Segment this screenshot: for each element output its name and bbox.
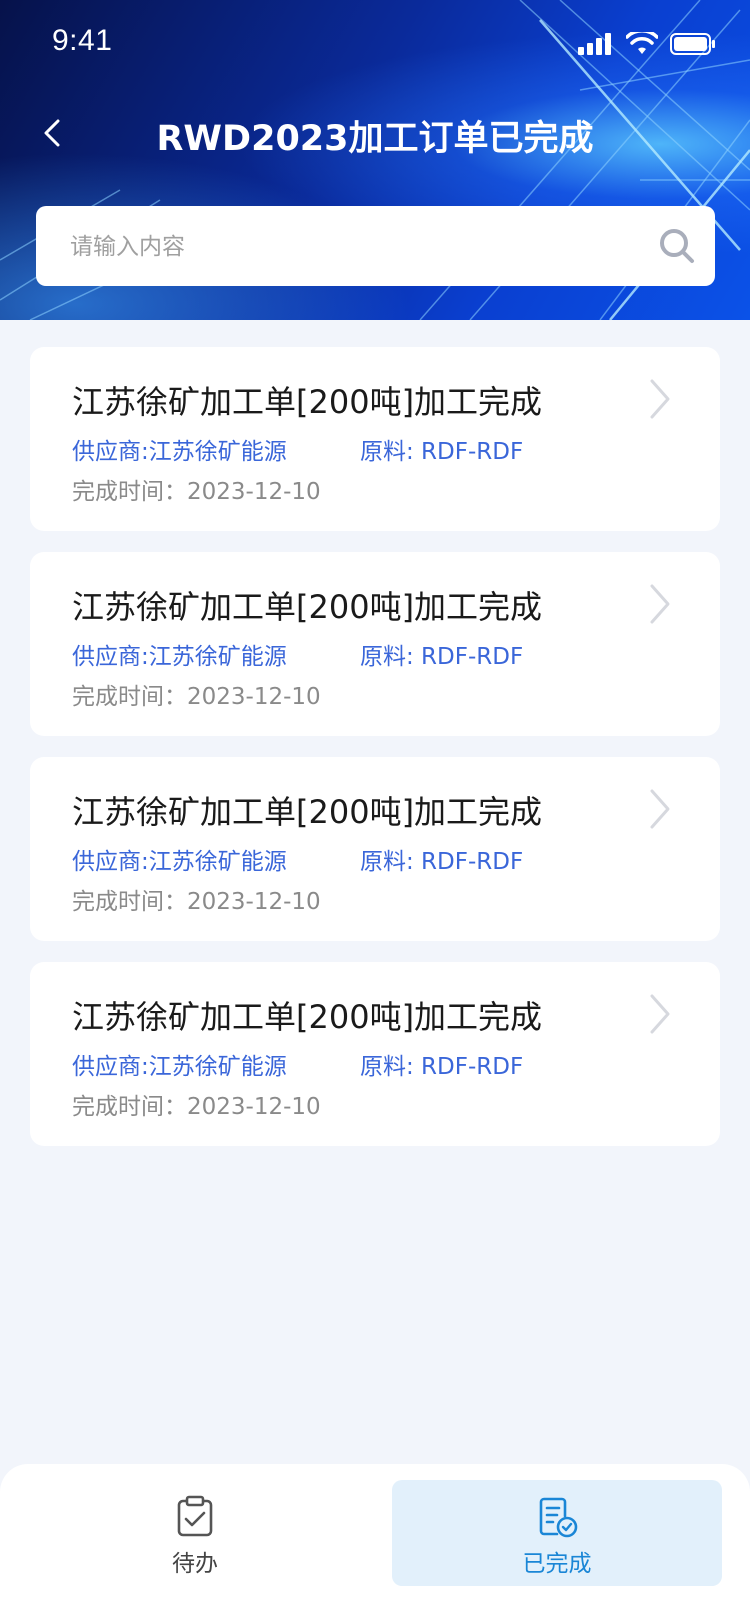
order-card[interactable]: 江苏徐矿加工单[200吨]加工完成 供应商:江苏徐矿能源 原料: RDF-RDF… bbox=[30, 962, 720, 1146]
order-card[interactable]: 江苏徐矿加工单[200吨]加工完成 供应商:江苏徐矿能源 原料: RDF-RDF… bbox=[30, 347, 720, 531]
order-supplier: 供应商:江苏徐矿能源 bbox=[72, 644, 287, 670]
order-completed-time: 完成时间：2023-12-10 bbox=[72, 1094, 321, 1120]
order-card[interactable]: 江苏徐矿加工单[200吨]加工完成 供应商:江苏徐矿能源 原料: RDF-RDF… bbox=[30, 552, 720, 736]
order-title: 江苏徐矿加工单[200吨]加工完成 bbox=[72, 998, 543, 1036]
order-title: 江苏徐矿加工单[200吨]加工完成 bbox=[72, 793, 543, 831]
bottom-tab-bar: 待办 已完成 bbox=[0, 1464, 750, 1624]
order-card[interactable]: 江苏徐矿加工单[200吨]加工完成 供应商:江苏徐矿能源 原料: RDF-RDF… bbox=[30, 757, 720, 941]
header: 9:41 RWD2023加工订单已完成 bbox=[0, 0, 750, 320]
chevron-right-icon bbox=[650, 584, 670, 624]
tab-pending[interactable]: 待办 bbox=[30, 1480, 360, 1586]
search-bar bbox=[36, 206, 715, 288]
chevron-right-icon bbox=[650, 379, 670, 419]
order-title: 江苏徐矿加工单[200吨]加工完成 bbox=[72, 588, 543, 626]
status-time: 9:41 bbox=[52, 24, 113, 57]
order-completed-time: 完成时间：2023-12-10 bbox=[72, 479, 321, 505]
order-material: 原料: RDF-RDF bbox=[360, 849, 524, 875]
wifi-icon bbox=[626, 32, 658, 54]
search-icon[interactable] bbox=[657, 226, 697, 266]
order-supplier: 供应商:江苏徐矿能源 bbox=[72, 849, 287, 875]
order-material: 原料: RDF-RDF bbox=[360, 439, 524, 465]
page-title: RWD2023加工订单已完成 bbox=[156, 119, 594, 159]
order-completed-time: 完成时间：2023-12-10 bbox=[72, 684, 321, 710]
battery-icon bbox=[670, 33, 715, 55]
tab-completed[interactable]: 已完成 bbox=[392, 1480, 722, 1586]
chevron-right-icon bbox=[650, 994, 670, 1034]
order-title: 江苏徐矿加工单[200吨]加工完成 bbox=[72, 383, 543, 421]
status-bar: 9:41 bbox=[0, 0, 750, 88]
search-input[interactable] bbox=[68, 206, 632, 288]
tab-pending-label: 待办 bbox=[172, 1551, 218, 1577]
order-completed-time: 完成时间：2023-12-10 bbox=[72, 889, 321, 915]
order-list: 江苏徐矿加工单[200吨]加工完成 供应商:江苏徐矿能源 原料: RDF-RDF… bbox=[30, 347, 720, 1167]
order-supplier: 供应商:江苏徐矿能源 bbox=[72, 439, 287, 465]
status-icons bbox=[578, 32, 716, 56]
cellular-signal-icon bbox=[578, 33, 611, 55]
document-check-icon bbox=[539, 1497, 578, 1538]
order-material: 原料: RDF-RDF bbox=[360, 644, 524, 670]
chevron-right-icon bbox=[650, 789, 670, 829]
order-supplier: 供应商:江苏徐矿能源 bbox=[72, 1054, 287, 1080]
tab-completed-label: 已完成 bbox=[522, 1551, 592, 1577]
clipboard-check-icon bbox=[177, 1495, 213, 1537]
order-material: 原料: RDF-RDF bbox=[360, 1054, 524, 1080]
